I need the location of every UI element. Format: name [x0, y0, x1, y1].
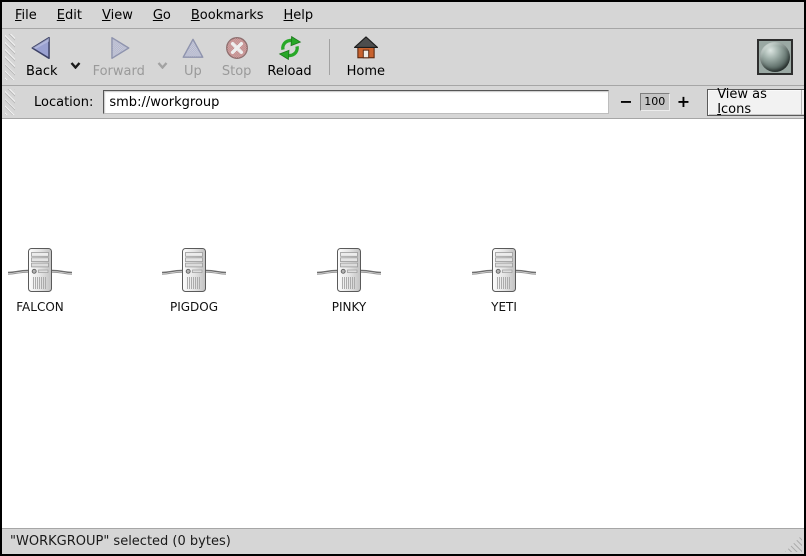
resize-grip[interactable] — [785, 535, 802, 552]
status-text: "WORKGROUP" selected (0 bytes) — [10, 534, 231, 549]
home-icon — [353, 35, 379, 61]
server-icon — [8, 246, 72, 294]
icon-label: FALCON — [16, 300, 64, 314]
menu-item-view[interactable]: View — [92, 4, 143, 27]
icon-label: PINKY — [332, 300, 367, 314]
file-manager-window: File Edit View Go Bookmarks Help Back — [0, 0, 806, 556]
stop-label: Stop — [222, 64, 252, 79]
icon-label: YETI — [491, 300, 517, 314]
forward-button[interactable]: Forward — [85, 32, 153, 82]
reload-icon — [277, 35, 303, 61]
globe-sphere-icon — [760, 42, 790, 72]
server-icon — [317, 246, 381, 294]
stop-button[interactable]: Stop — [214, 32, 260, 82]
chevron-down-icon — [157, 62, 168, 69]
status-bar: "WORKGROUP" selected (0 bytes) — [2, 529, 804, 554]
stop-icon — [224, 35, 250, 61]
menu-item-edit[interactable]: Edit — [47, 4, 92, 27]
up-label: Up — [184, 64, 202, 79]
toolbar: Back Forward — [2, 29, 804, 86]
reload-label: Reload — [267, 64, 311, 79]
throbber — [757, 39, 793, 75]
location-input[interactable] — [103, 90, 609, 114]
back-label: Back — [26, 64, 58, 79]
back-button[interactable]: Back — [18, 32, 66, 82]
view-as-label: View as Icons — [717, 87, 801, 117]
menu-item-help[interactable]: Help — [274, 4, 324, 27]
forward-label: Forward — [93, 64, 145, 79]
icon-item-yeti[interactable]: YETI — [466, 246, 542, 314]
menu-item-bookmarks[interactable]: Bookmarks — [181, 4, 274, 27]
view-as-combo[interactable]: View as Icons — [707, 89, 806, 116]
file-view[interactable]: FALCON PIGDOG — [2, 119, 804, 529]
up-button[interactable]: Up — [172, 32, 214, 82]
zoom-out-button[interactable]: − — [614, 93, 637, 111]
location-bar: Location: − 100 + View as Icons — [2, 86, 804, 119]
reload-button[interactable]: Reload — [259, 32, 319, 82]
location-bar-drag-handle[interactable] — [5, 89, 15, 115]
menu-item-file[interactable]: File — [5, 4, 47, 27]
server-icon — [472, 246, 536, 294]
icon-item-pinky[interactable]: PINKY — [311, 246, 387, 314]
back-dropdown-button[interactable] — [66, 52, 85, 75]
icon-item-pigdog[interactable]: PIGDOG — [156, 246, 232, 314]
toolbar-separator — [329, 39, 330, 75]
home-label: Home — [347, 64, 385, 79]
icon-item-falcon[interactable]: FALCON — [2, 246, 78, 314]
forward-arrow-icon — [106, 35, 132, 61]
home-button[interactable]: Home — [339, 32, 393, 82]
toolbar-spacer — [393, 32, 757, 82]
chevron-down-icon — [70, 62, 81, 69]
menu-item-go[interactable]: Go — [143, 4, 181, 27]
menu-bar: File Edit View Go Bookmarks Help — [2, 2, 804, 29]
location-label: Location: — [34, 95, 93, 110]
zoom-in-button[interactable]: + — [672, 93, 695, 111]
zoom-level: 100 — [640, 93, 670, 111]
toolbar-drag-handle[interactable] — [5, 34, 15, 80]
icon-label: PIGDOG — [170, 300, 218, 314]
server-icon — [162, 246, 226, 294]
back-arrow-icon — [29, 35, 55, 61]
up-arrow-icon — [180, 35, 206, 61]
forward-dropdown-button[interactable] — [153, 52, 172, 75]
combo-arrow-button[interactable] — [801, 90, 806, 115]
